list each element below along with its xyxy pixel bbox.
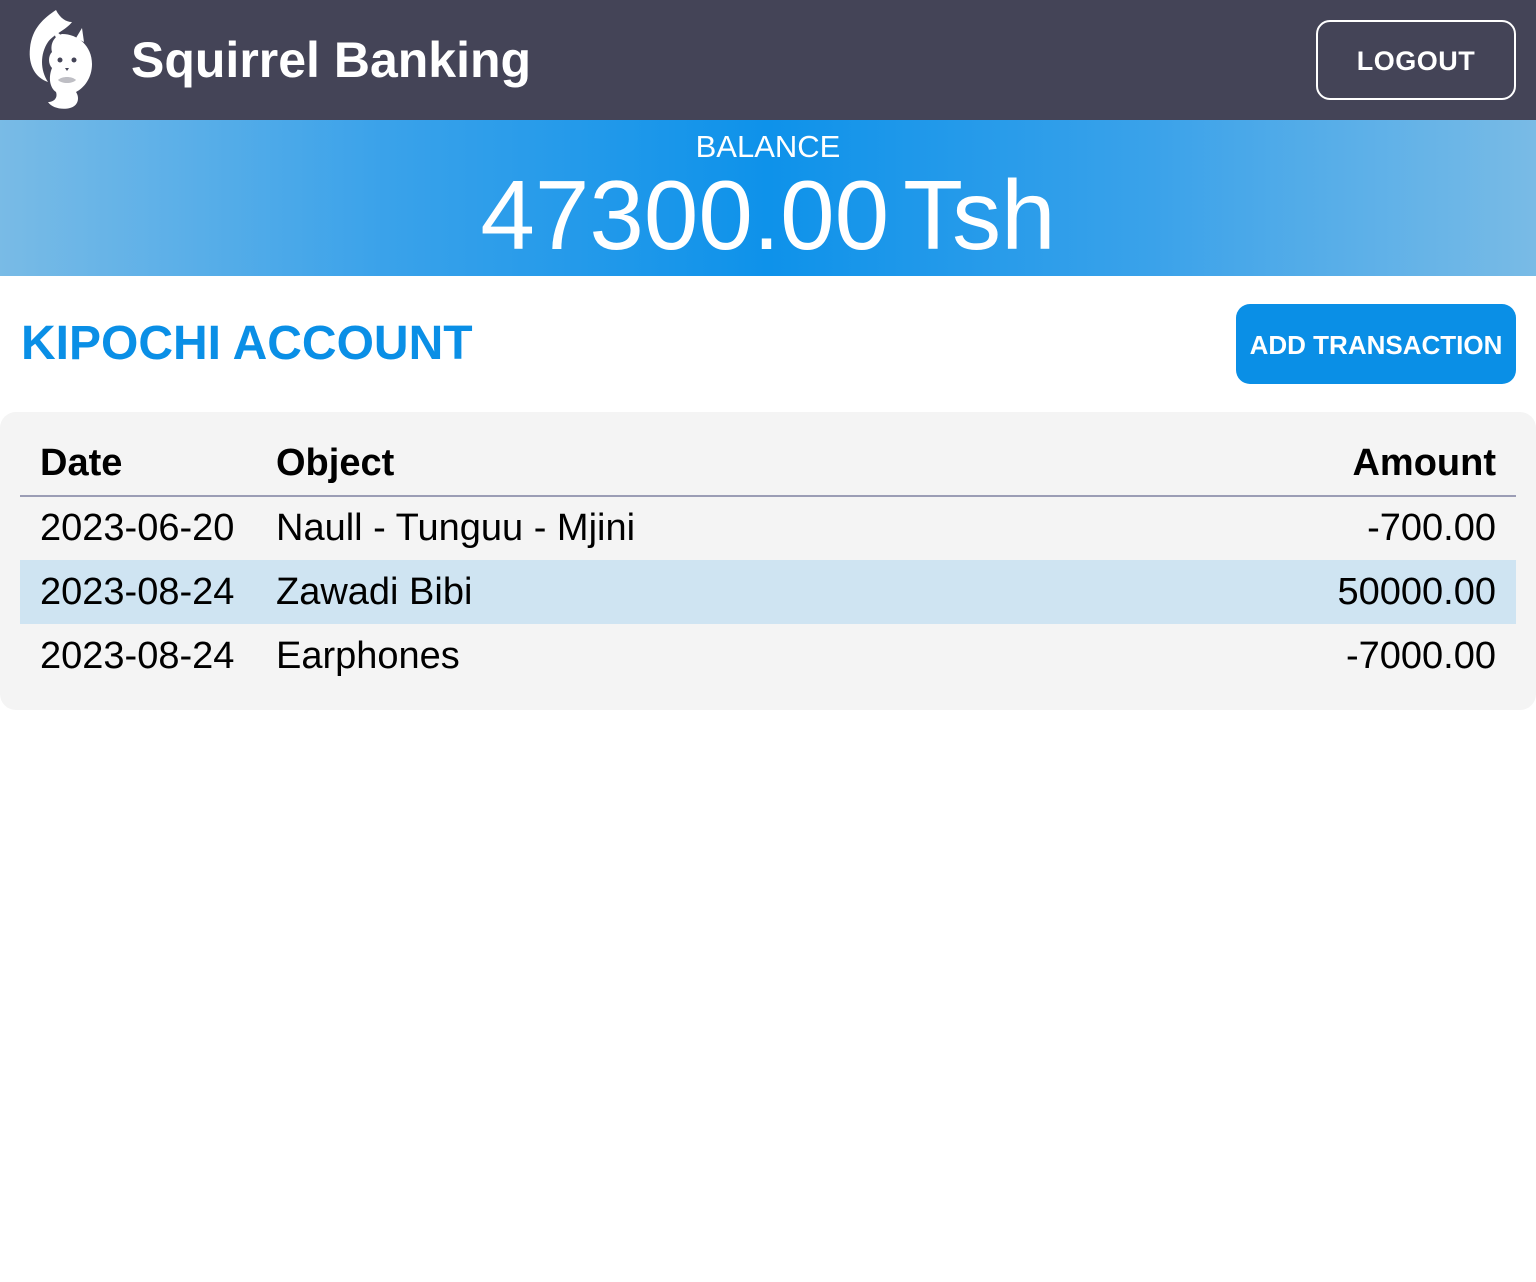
account-title: KIPOCHI ACCOUNT xyxy=(21,317,473,370)
cell-date: 2023-06-20 xyxy=(40,507,235,549)
cell-object: Zawadi Bibi xyxy=(256,560,1098,624)
cell-date: 2023-08-24 xyxy=(20,560,256,624)
cell-amount: 50000.00 xyxy=(1097,560,1516,624)
column-header-date: Date xyxy=(20,432,256,497)
balance-label: BALANCE xyxy=(695,129,841,164)
cell-object: Earphones xyxy=(276,634,460,677)
logout-button[interactable]: LOGOUT xyxy=(1316,20,1516,100)
column-header-amount: Amount xyxy=(1097,432,1516,497)
balance-currency: Tsh xyxy=(903,160,1056,270)
transactions-card: Date Object Amount 2023-06-20 Naull - Tu… xyxy=(0,412,1536,710)
table-row[interactable]: 2023-06-20 Naull - Tunguu - Mjini -700.0… xyxy=(20,496,1516,560)
table-row[interactable]: 2023-08-24 Earphones -7000.00 xyxy=(20,624,1516,688)
balance-amount: 47300.00 xyxy=(480,160,890,270)
balance-display: 47300.00 Tsh xyxy=(0,160,1536,270)
transactions-table: Date Object Amount 2023-06-20 Naull - Tu… xyxy=(20,432,1516,688)
squirrel-logo-icon xyxy=(29,10,92,109)
cell-amount: -700.00 xyxy=(1367,507,1496,549)
column-header-object: Object xyxy=(256,432,1098,497)
cell-date: 2023-08-24 xyxy=(40,634,235,677)
cell-object: Naull - Tunguu - Mjini xyxy=(276,507,636,549)
add-transaction-button[interactable]: ADD TRANSACTION xyxy=(1236,304,1516,384)
app-title: Squirrel Banking xyxy=(131,32,532,88)
table-row[interactable]: 2023-08-24 Zawadi Bibi 50000.00 xyxy=(20,560,1516,624)
table-header-row: Date Object Amount xyxy=(20,432,1516,497)
app-header: Squirrel Banking LOGOUT xyxy=(0,0,1536,120)
cell-amount: -7000.00 xyxy=(1345,634,1496,677)
